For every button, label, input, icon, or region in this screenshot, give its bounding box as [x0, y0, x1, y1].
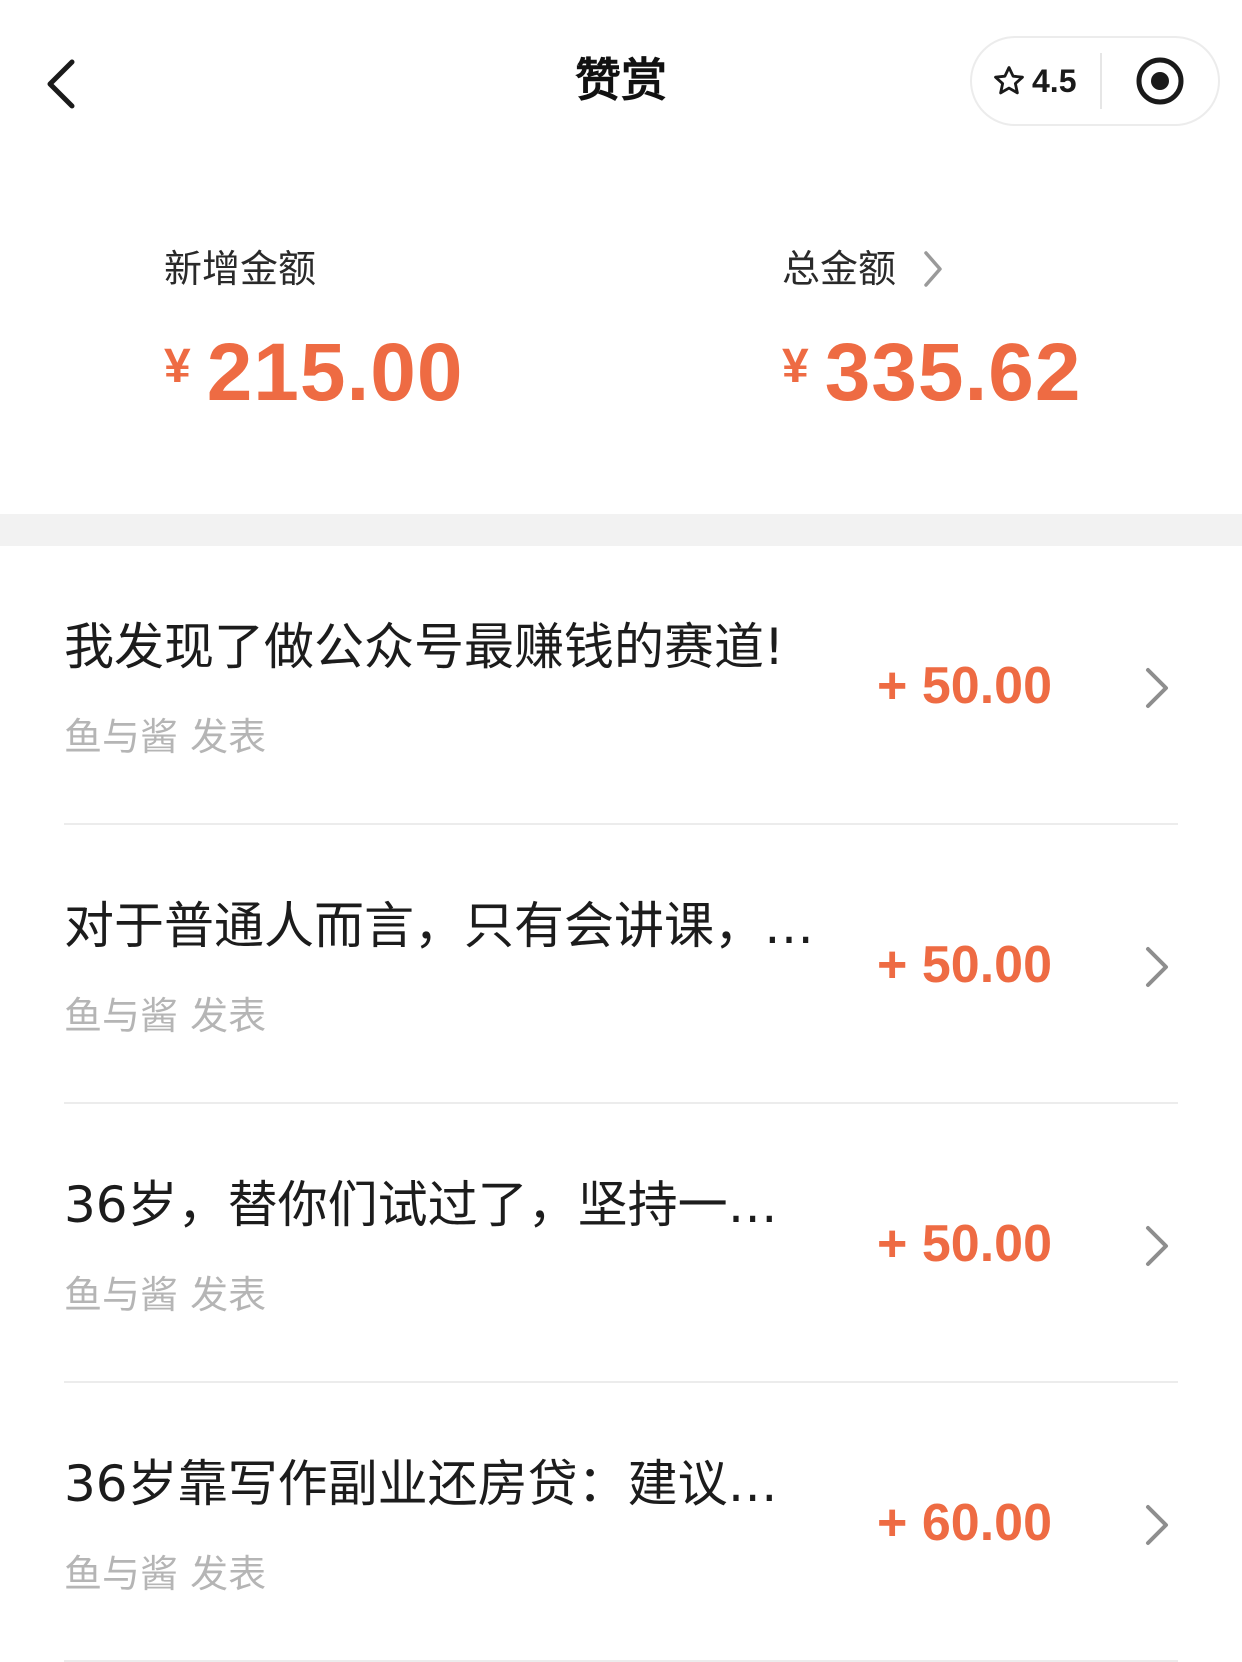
total-amount-number: 335.62	[824, 327, 1082, 418]
chevron-right-icon	[1146, 1226, 1168, 1266]
article-meta: 鱼与酱 发表	[64, 1273, 267, 1317]
list-item[interactable]: 36岁，替你们试过了，坚持一… 鱼与酱 发表 + 50.00	[0, 1104, 1242, 1383]
reward-amount: + 50.00	[877, 936, 1052, 994]
article-list: 我发现了做公众号最赚钱的赛道! 鱼与酱 发表 + 50.00 对于普通人而言，只…	[0, 546, 1242, 1662]
rating-button[interactable]: 4.5	[972, 38, 1100, 124]
new-amount-value: ¥ 215.00	[164, 326, 464, 420]
chevron-right-icon	[1146, 1505, 1168, 1545]
currency-symbol: ¥	[782, 340, 809, 393]
rating-value: 4.5	[1032, 62, 1077, 99]
record-icon	[1136, 57, 1184, 105]
article-meta: 鱼与酱 发表	[64, 715, 267, 759]
total-amount-block[interactable]: 总金额 ¥ 335.62	[782, 244, 1082, 420]
list-item[interactable]: 对于普通人而言，只有会讲课，… 鱼与酱 发表 + 50.00	[0, 825, 1242, 1104]
section-divider	[0, 514, 1242, 546]
total-amount-label-row[interactable]: 总金额	[782, 244, 1082, 294]
new-amount-number: 215.00	[206, 327, 464, 418]
article-meta: 鱼与酱 发表	[64, 1552, 267, 1596]
currency-symbol: ¥	[164, 340, 191, 393]
list-item[interactable]: 36岁靠写作副业还房贷：建议… 鱼与酱 发表 + 60.00	[0, 1383, 1242, 1662]
article-title: 36岁靠写作副业还房贷：建议…	[64, 1455, 778, 1513]
reward-amount: + 50.00	[877, 1215, 1052, 1273]
nav-bar: 赞赏 4.5	[0, 0, 1242, 160]
new-amount-block: 新增金额 ¥ 215.00	[164, 244, 464, 420]
record-button[interactable]	[1102, 38, 1218, 124]
chevron-right-icon	[922, 249, 944, 289]
article-title: 对于普通人而言，只有会讲课，…	[64, 897, 814, 955]
reward-amount: + 60.00	[877, 1494, 1052, 1552]
total-amount-value: ¥ 335.62	[782, 326, 1082, 420]
chevron-right-icon	[1146, 668, 1168, 708]
earnings-summary: 新增金额 ¥ 215.00 总金额 ¥ 335.62	[0, 160, 1242, 514]
article-title: 我发现了做公众号最赚钱的赛道!	[64, 618, 785, 676]
mini-program-capsule: 4.5	[970, 36, 1220, 126]
total-amount-label: 总金额	[782, 247, 897, 291]
reward-amount: + 50.00	[877, 657, 1052, 715]
chevron-right-icon	[1146, 947, 1168, 987]
article-meta: 鱼与酱 发表	[64, 994, 267, 1038]
article-title: 36岁，替你们试过了，坚持一…	[64, 1176, 778, 1234]
new-amount-label: 新增金额	[164, 247, 317, 291]
list-item[interactable]: 我发现了做公众号最赚钱的赛道! 鱼与酱 发表 + 50.00	[0, 546, 1242, 825]
star-icon	[994, 66, 1024, 95]
